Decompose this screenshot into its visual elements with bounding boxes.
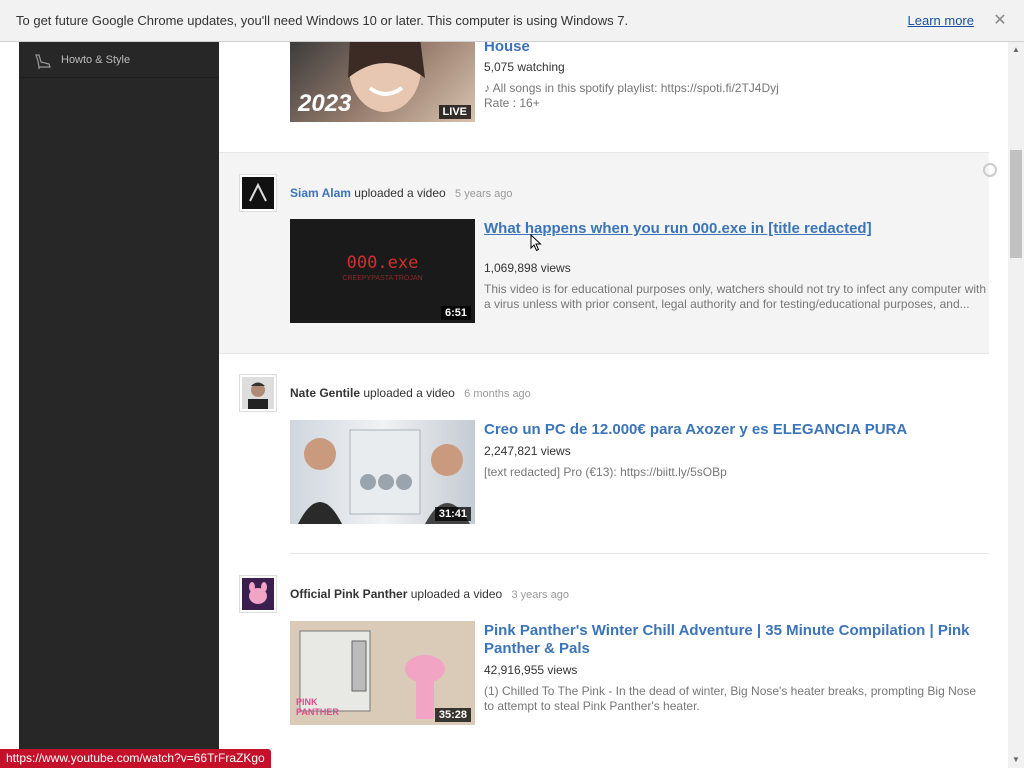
logo-icon	[249, 182, 267, 202]
byline-action: uploaded a video	[363, 386, 455, 400]
learn-more-link[interactable]: Learn more	[908, 13, 974, 28]
view-count: 2,247,821 views	[484, 444, 571, 458]
feed-item: Nate Gentile uploaded a video 6 months a…	[219, 354, 989, 554]
sidebar: Howto & Style	[19, 42, 219, 768]
avatar[interactable]	[239, 174, 277, 212]
upload-age: 6 months ago	[464, 388, 531, 400]
byline-action: uploaded a video	[410, 587, 503, 601]
thumbnail-subtext: CREEPYPASTA TROJAN	[342, 275, 423, 282]
close-icon[interactable]: ✕	[992, 12, 1008, 29]
sidebar-item-howto-style[interactable]: Howto & Style	[19, 42, 219, 78]
high-heel-icon	[35, 53, 51, 69]
upload-byline: Official Pink Panther uploaded a video 3…	[290, 587, 569, 601]
view-count: 1,069,898 views	[484, 261, 571, 275]
avatar[interactable]	[239, 374, 277, 412]
feed-item: 2023 LIVE House 5,075 watching ♪ All son…	[219, 42, 989, 152]
update-infobar: To get future Google Chrome updates, you…	[0, 0, 1024, 42]
video-description-2: Rate : 16+	[484, 96, 540, 110]
mouse-cursor-icon	[530, 234, 542, 252]
view-count: 42,916,955 views	[484, 663, 578, 677]
video-thumbnail[interactable]: 31:41	[290, 420, 475, 524]
channel-avatar-image	[242, 377, 274, 409]
spinner-icon	[983, 163, 997, 177]
sidebar-item-label: Howto & Style	[61, 53, 131, 66]
channel-avatar-image	[242, 578, 274, 610]
page-scrollbar[interactable]: ▲ ▼	[1008, 42, 1024, 768]
video-title[interactable]: House	[484, 42, 984, 56]
feed-item: Siam Alam uploaded a video 5 years ago 0…	[219, 152, 989, 354]
video-duration: 35:28	[434, 708, 471, 722]
video-description: (1) Chilled To The Pink - In the dead of…	[484, 684, 977, 713]
avatar[interactable]	[239, 575, 277, 613]
video-title[interactable]: What happens when you run 000.exe in [ti…	[484, 220, 984, 238]
upload-age: 3 years ago	[511, 589, 569, 601]
thumbnail-year: 2023	[298, 90, 352, 117]
live-badge: LIVE	[438, 105, 471, 119]
video-duration: 31:41	[434, 507, 471, 521]
channel-name[interactable]: Official Pink Panther	[290, 587, 407, 601]
channel-name[interactable]: Siam Alam	[290, 186, 351, 200]
video-description: [text redacted] Pro (€13): https://biitt…	[484, 465, 727, 479]
link-status-bar: https://www.youtube.com/watch?v=66TrFraZ…	[0, 749, 271, 768]
scroll-down-arrow-icon[interactable]: ▼	[1008, 752, 1024, 768]
channel-name[interactable]: Nate Gentile	[290, 386, 360, 400]
upload-byline: Nate Gentile uploaded a video 6 months a…	[290, 386, 531, 400]
upload-age: 5 years ago	[455, 188, 513, 200]
video-thumbnail[interactable]: 000.exe CREEPYPASTA TROJAN 6:51	[290, 219, 475, 323]
divider	[290, 553, 989, 554]
video-thumbnail[interactable]: PINK PANTHER 35:28	[290, 621, 475, 725]
video-title[interactable]: Creo un PC de 12.000€ para Axozer y es E…	[484, 421, 984, 439]
video-duration: 6:51	[440, 306, 471, 320]
thumbnail-logo-text: PINK PANTHER	[296, 697, 339, 717]
watching-count: 5,075 watching	[484, 60, 565, 74]
thumbnail-text: 000.exe	[346, 253, 419, 273]
youtube-page: Howto & Style 2023 LIVE House 5,075 watc…	[0, 42, 1008, 768]
channel-logo	[242, 177, 274, 209]
scrollbar-thumb[interactable]	[1010, 150, 1022, 258]
byline-action: uploaded a video	[354, 186, 446, 200]
infobar-message: To get future Google Chrome updates, you…	[16, 13, 629, 28]
upload-byline: Siam Alam uploaded a video 5 years ago	[290, 186, 513, 200]
video-description: ♪ All songs in this spotify playlist: ht…	[484, 81, 779, 95]
feed-item: Official Pink Panther uploaded a video 3…	[219, 555, 989, 768]
video-description: This video is for educational purposes o…	[484, 282, 987, 311]
left-gutter	[0, 42, 19, 768]
scroll-up-arrow-icon[interactable]: ▲	[1008, 42, 1024, 58]
video-thumbnail[interactable]: 2023 LIVE	[290, 42, 475, 122]
subscription-feed: 2023 LIVE House 5,075 watching ♪ All son…	[219, 42, 997, 768]
video-title[interactable]: Pink Panther's Winter Chill Adventure | …	[484, 622, 984, 658]
